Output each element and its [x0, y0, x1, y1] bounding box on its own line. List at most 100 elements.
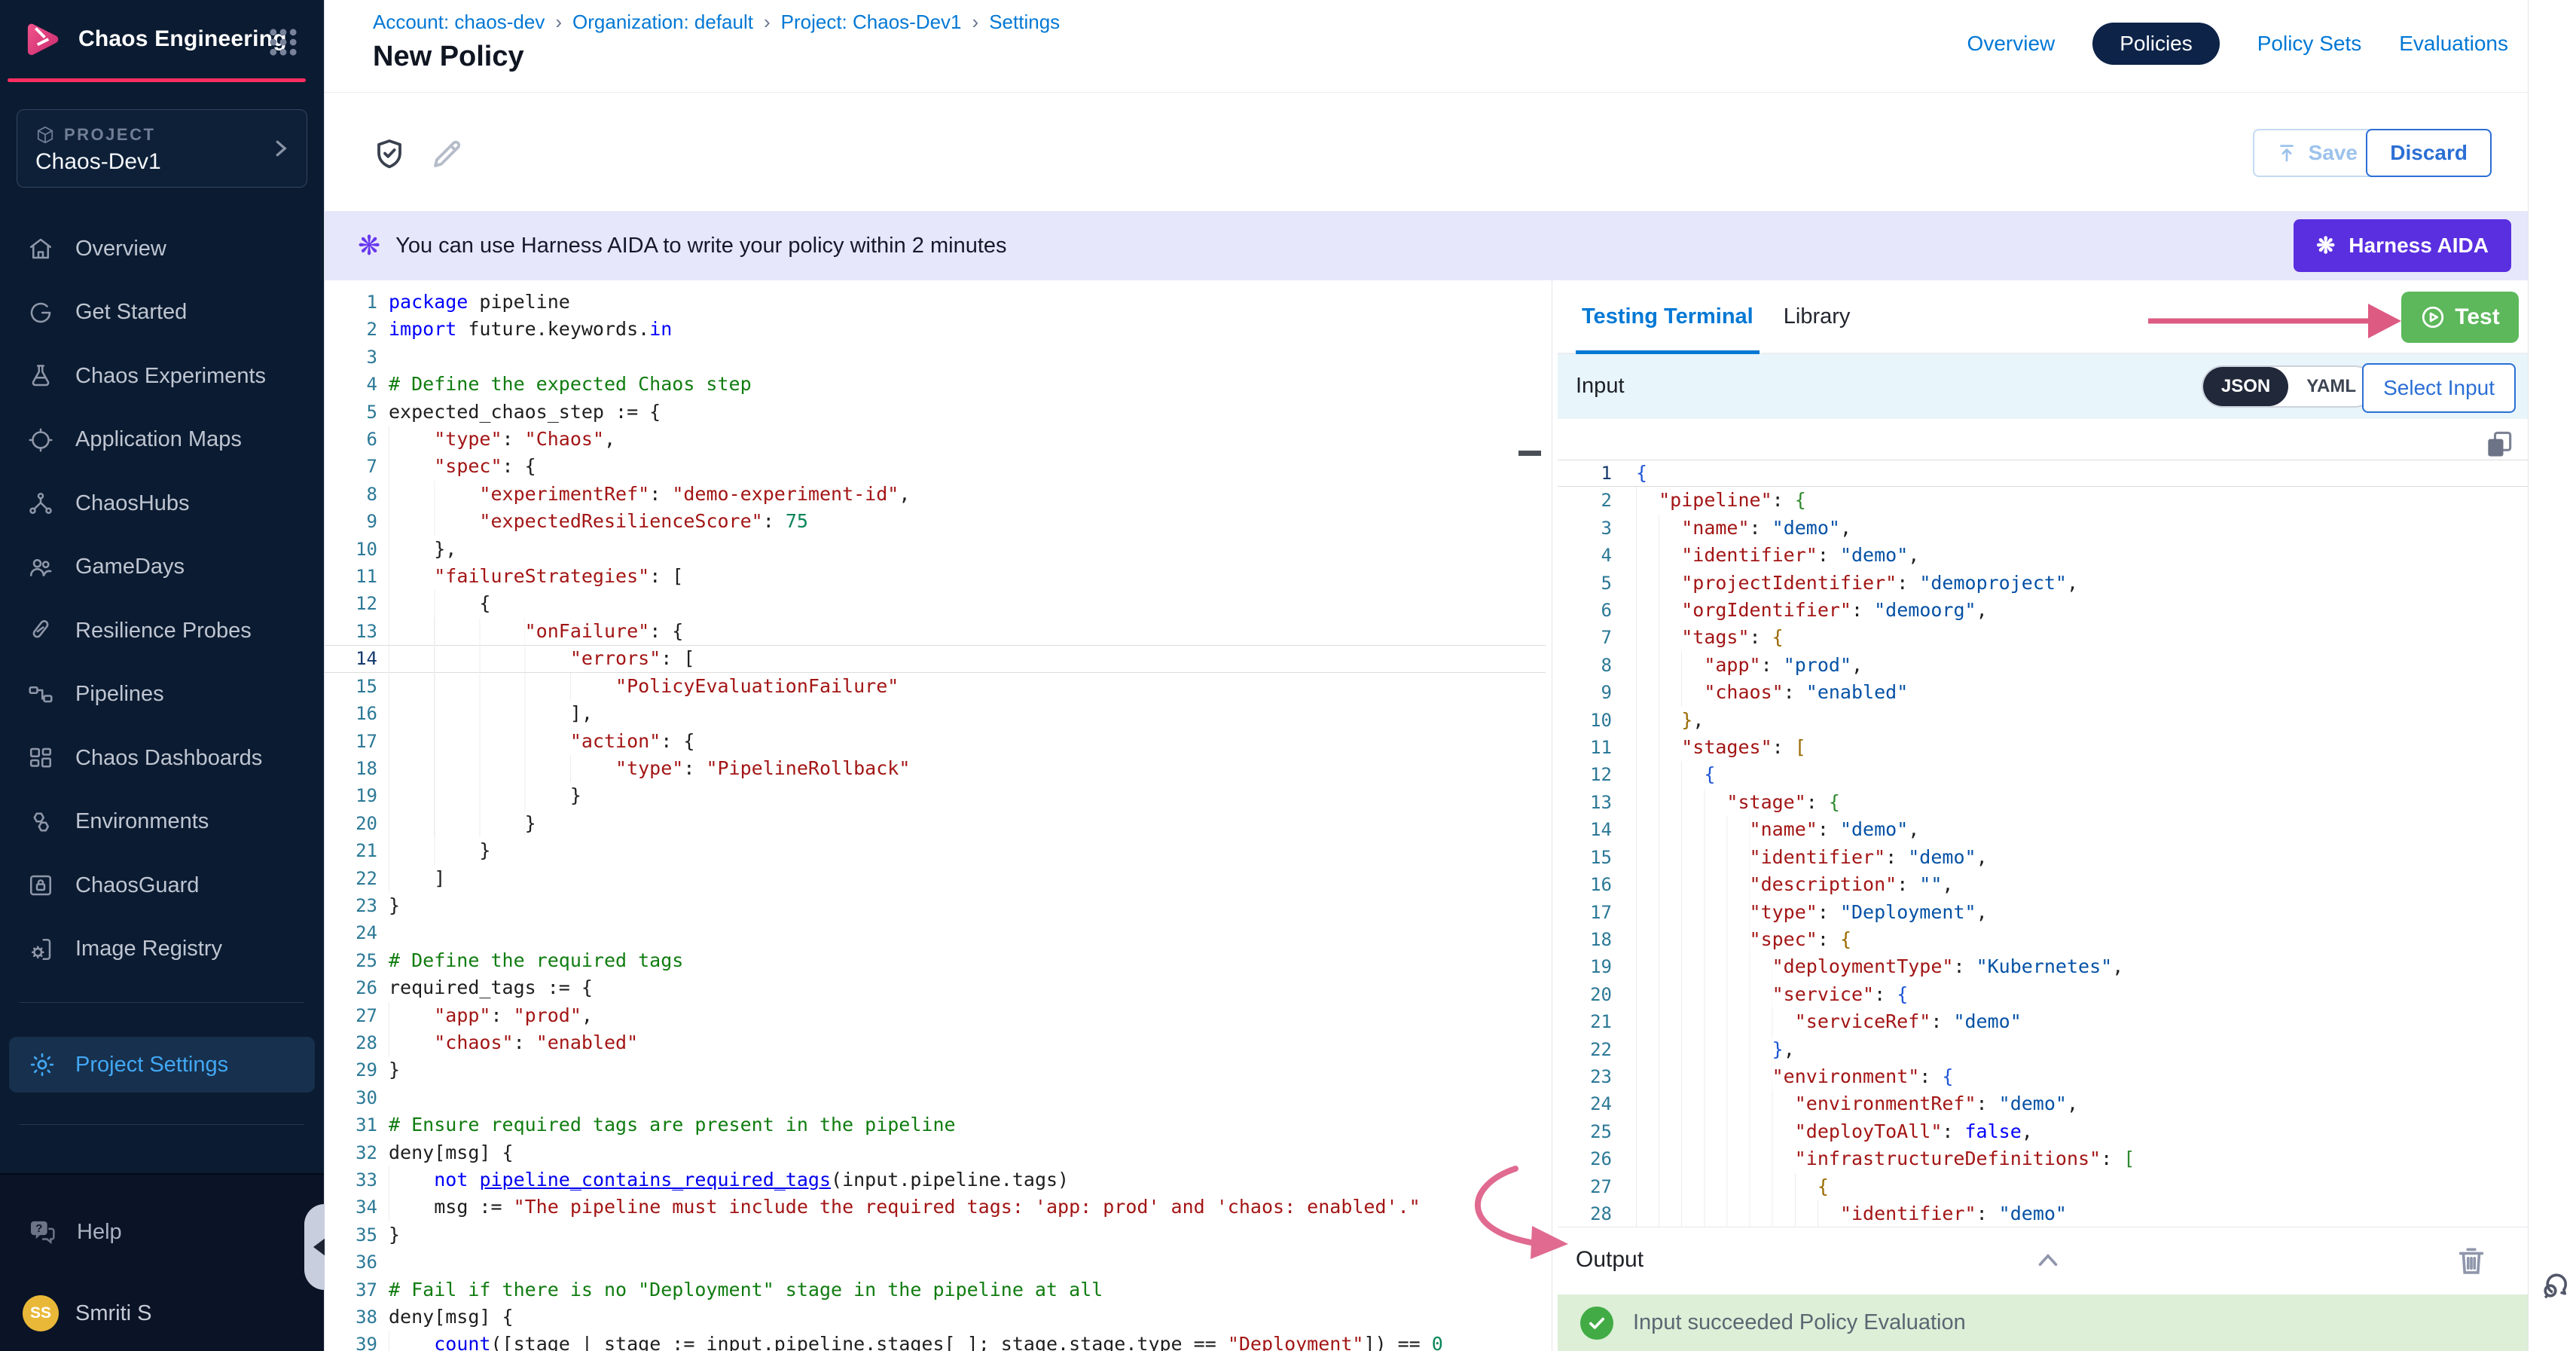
code-line[interactable]: 39 count([stage | stage := input.pipelin…: [325, 1331, 1546, 1351]
top-nav-overview[interactable]: Overview: [1967, 32, 2056, 56]
code-line[interactable]: 15 "identifier": "demo",: [1558, 844, 2528, 871]
code-line[interactable]: 10 },: [1558, 707, 2528, 734]
tab-library[interactable]: Library: [1778, 280, 1857, 353]
code-line[interactable]: 16 ],: [325, 700, 1546, 727]
clear-output-icon[interactable]: [2454, 1242, 2489, 1280]
breadcrumb-settings[interactable]: Settings: [989, 11, 1060, 34]
code-line[interactable]: 34 msg := "The pipeline must include the…: [325, 1194, 1546, 1221]
code-line[interactable]: 4 "identifier": "demo",: [1558, 542, 2528, 569]
code-line[interactable]: 17 "action": {: [325, 728, 1546, 755]
code-line[interactable]: 1{: [1558, 460, 2528, 487]
code-line[interactable]: 8 "app": "prod",: [1558, 652, 2528, 679]
sidebar-item-environments[interactable]: Environments: [0, 790, 324, 854]
code-line[interactable]: 2import future.keywords.in: [325, 316, 1546, 343]
code-line[interactable]: 5expected_chaos_step := {: [325, 399, 1546, 426]
code-line[interactable]: 21 }: [325, 837, 1546, 864]
sidebar-item-project-settings[interactable]: Project Settings: [9, 1037, 315, 1093]
code-line[interactable]: 5 "projectIdentifier": "demoproject",: [1558, 570, 2528, 597]
sidebar-item-chaoshubs[interactable]: ChaosHubs: [0, 472, 324, 536]
format-yaml[interactable]: YAML: [2288, 367, 2374, 406]
help-item[interactable]: ? Help: [27, 1217, 122, 1247]
code-line[interactable]: 19 "deploymentType": "Kubernetes",: [1558, 953, 2528, 980]
code-line[interactable]: 11 "stages": [: [1558, 734, 2528, 761]
sidebar-item-chaos-experiments[interactable]: Chaos Experiments: [0, 344, 324, 408]
code-line[interactable]: 14 "errors": [: [325, 645, 1546, 672]
code-line[interactable]: 24: [325, 919, 1546, 946]
code-line[interactable]: 6 "orgIdentifier": "demoorg",: [1558, 597, 2528, 624]
code-line[interactable]: 28 "chaos": "enabled": [325, 1029, 1546, 1056]
code-line[interactable]: 19 }: [325, 782, 1546, 809]
code-line[interactable]: 26 "infrastructureDefinitions": [: [1558, 1145, 2528, 1172]
code-line[interactable]: 24 "environmentRef": "demo",: [1558, 1090, 2528, 1117]
code-line[interactable]: 22 },: [1558, 1036, 2528, 1063]
code-line[interactable]: 10 },: [325, 536, 1546, 563]
code-line[interactable]: 26required_tags := {: [325, 974, 1546, 1001]
shield-check-icon[interactable]: [371, 135, 407, 174]
breadcrumb-account[interactable]: Account: chaos-dev: [373, 11, 545, 34]
select-input-button[interactable]: Select Input: [2362, 363, 2516, 413]
code-line[interactable]: 11 "failureStrategies": [: [325, 563, 1546, 590]
code-line[interactable]: 27 "app": "prod",: [325, 1002, 1546, 1029]
edit-pencil-icon[interactable]: [429, 135, 465, 174]
code-line[interactable]: 31# Ensure required tags are present in …: [325, 1111, 1546, 1139]
code-line[interactable]: 18 "type": "PipelineRollback": [325, 755, 1546, 782]
sidebar-item-chaos-dashboards[interactable]: Chaos Dashboards: [0, 726, 324, 790]
code-line[interactable]: 30: [325, 1084, 1546, 1111]
code-line[interactable]: 20 }: [325, 810, 1546, 837]
sidebar-item-application-maps[interactable]: Application Maps: [0, 408, 324, 472]
code-line[interactable]: 23 "environment": {: [1558, 1063, 2528, 1090]
collapse-output-icon[interactable]: [2032, 1247, 2064, 1274]
code-line[interactable]: 29}: [325, 1056, 1546, 1084]
code-line[interactable]: 18 "spec": {: [1558, 926, 2528, 953]
format-json[interactable]: JSON: [2203, 367, 2288, 406]
sidebar-item-gamedays[interactable]: GameDays: [0, 536, 324, 600]
module-grid-icon[interactable]: [267, 26, 300, 59]
sidebar-item-resilience-probes[interactable]: Resilience Probes: [0, 599, 324, 663]
code-line[interactable]: 33 not pipeline_contains_required_tags(i…: [325, 1166, 1546, 1194]
code-line[interactable]: 22 ]: [325, 865, 1546, 892]
code-line[interactable]: 35}: [325, 1221, 1546, 1249]
support-chat-icon[interactable]: [2538, 1267, 2574, 1304]
sidebar-item-overview[interactable]: Overview: [0, 217, 324, 281]
sidebar-item-chaosguard[interactable]: ChaosGuard: [0, 854, 324, 918]
code-line[interactable]: 8 "experimentRef": "demo-experiment-id",: [325, 481, 1546, 508]
code-line[interactable]: 15 "PolicyEvaluationFailure": [325, 673, 1546, 700]
code-line[interactable]: 27 {: [1558, 1173, 2528, 1200]
code-line[interactable]: 25 "deployToAll": false,: [1558, 1118, 2528, 1145]
code-line[interactable]: 4# Define the expected Chaos step: [325, 371, 1546, 398]
input-json-editor[interactable]: 1{2 "pipeline": {3 "name": "demo",4 "ide…: [1558, 419, 2528, 1267]
code-line[interactable]: 12 {: [1558, 761, 2528, 788]
code-line[interactable]: 32deny[msg] {: [325, 1139, 1546, 1166]
breadcrumb-project[interactable]: Project: Chaos-Dev1: [781, 11, 962, 34]
policy-editor[interactable]: 1package pipeline2import future.keywords…: [325, 280, 1546, 1351]
code-line[interactable]: 13 "stage": {: [1558, 789, 2528, 816]
breadcrumb-organization[interactable]: Organization: default: [572, 11, 753, 34]
code-line[interactable]: 2 "pipeline": {: [1558, 487, 2528, 514]
project-selector[interactable]: PROJECT Chaos-Dev1: [17, 109, 307, 188]
save-button[interactable]: Save: [2253, 129, 2380, 177]
code-line[interactable]: 23}: [325, 892, 1546, 919]
test-button[interactable]: Test: [2401, 292, 2519, 343]
top-nav-evaluations[interactable]: Evaluations: [2399, 32, 2508, 56]
top-nav-policy-sets[interactable]: Policy Sets: [2257, 32, 2362, 56]
code-line[interactable]: 13 "onFailure": {: [325, 618, 1546, 645]
top-nav-policies[interactable]: Policies: [2092, 23, 2219, 65]
code-line[interactable]: 38deny[msg] {: [325, 1304, 1546, 1331]
code-line[interactable]: 3 "name": "demo",: [1558, 515, 2528, 542]
code-line[interactable]: 12 {: [325, 590, 1546, 617]
code-line[interactable]: 3: [325, 344, 1546, 371]
code-line[interactable]: 16 "description": "",: [1558, 871, 2528, 898]
tab-testing-terminal[interactable]: Testing Terminal: [1576, 280, 1760, 353]
code-line[interactable]: 9 "chaos": "enabled": [1558, 679, 2528, 706]
code-line[interactable]: 6 "type": "Chaos",: [325, 426, 1546, 453]
sidebar-item-image-registry[interactable]: Image Registry: [0, 918, 324, 982]
code-line[interactable]: 7 "tags": {: [1558, 624, 2528, 651]
user-menu[interactable]: SS Smriti S: [23, 1295, 152, 1331]
sidebar-item-get-started[interactable]: Get Started: [0, 281, 324, 345]
code-line[interactable]: 20 "service": {: [1558, 981, 2528, 1008]
sidebar-item-pipelines[interactable]: Pipelines: [0, 663, 324, 727]
copy-icon[interactable]: [2483, 428, 2516, 461]
code-line[interactable]: 25# Define the required tags: [325, 947, 1546, 974]
harness-aida-button[interactable]: ❋ Harness AIDA: [2294, 219, 2511, 272]
code-line[interactable]: 14 "name": "demo",: [1558, 816, 2528, 843]
